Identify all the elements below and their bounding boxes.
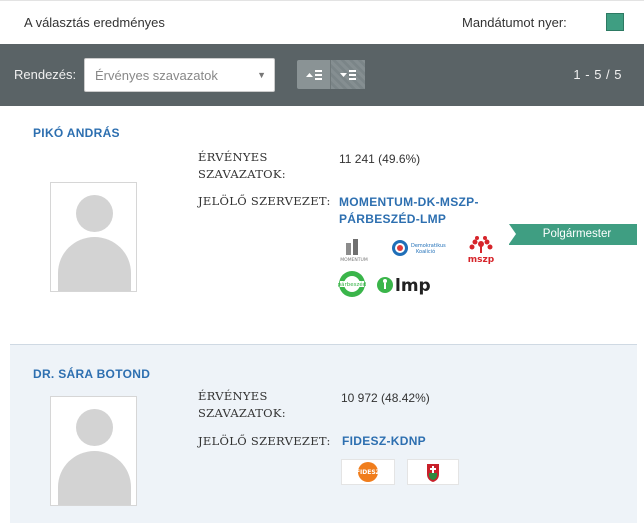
candidate-name-link[interactable]: DR. SÁRA BOTOND [33,367,150,381]
nominating-org-label: JELÖLŐ SZERVEZET: [198,434,331,448]
results-header: A választás eredményes Mandátumot nyer: [0,0,644,44]
valid-votes-value: 10 972 (48.42%) [341,391,430,405]
lmp-logo: lmp [376,272,430,298]
results-status-title: A választás eredményes [24,15,165,30]
sort-ascending-button[interactable] [297,60,331,89]
svg-text:Koalíció: Koalíció [416,248,435,255]
sort-label: Rendezés: [14,67,77,82]
kdnp-logo [407,459,459,485]
mandate-legend-swatch [606,13,624,31]
candidate-card: PIKÓ ANDRÁS ÉRVÉNYES SZAVAZATOK: 11 241 … [10,106,637,344]
sort-toolbar: Rendezés: Érvényes szavazatok ▼ 1 - 5 / … [0,44,644,106]
pagination-count: 1 - 5 / 5 [573,67,622,82]
mayor-badge: Polgármester [509,224,637,245]
valid-votes-label: ÉRVÉNYES SZAVAZATOK: [198,389,286,420]
svg-text:mszp: mszp [468,255,495,264]
chevron-down-icon: ▼ [257,70,266,80]
dk-logo: Demokratikus Koalíció [390,237,446,259]
mszp-logo: mszp [464,234,498,264]
svg-text:lmp: lmp [395,276,430,296]
sort-descending-icon [340,69,356,80]
fidesz-logo: FIDESZ [341,459,395,485]
valid-votes-label: ÉRVÉNYES SZAVAZATOK: [198,150,286,181]
sort-select-value: Érvényes szavazatok [95,68,218,83]
mayor-badge-label: Polgármester [542,228,612,240]
svg-text:párbeszéd: párbeszéd [338,281,367,288]
candidate-name-link[interactable]: PIKÓ ANDRÁS [33,126,120,140]
mandate-legend-label: Mandátumot nyer: [462,15,567,30]
svg-text:FIDESZ: FIDESZ [356,469,381,476]
nominating-org-link[interactable]: MOMENTUM-DK-MSZP-PÁRBESZÉD-LMP [339,194,489,228]
momentum-logo: MOMENTUM [337,234,371,262]
avatar-placeholder [50,396,137,506]
sort-direction-group [297,60,366,89]
valid-votes-value: 11 241 (49.6%) [339,152,421,166]
sort-ascending-icon [305,69,322,80]
avatar-placeholder [50,182,137,292]
sort-descending-button[interactable] [331,60,365,89]
candidate-card: DR. SÁRA BOTOND ÉRVÉNYES SZAVAZATOK: 10 … [10,344,637,523]
nominating-org-link[interactable]: FIDESZ-KDNP [342,433,426,450]
sort-select[interactable]: Érvényes szavazatok ▼ [84,58,275,92]
nominating-org-label: JELÖLŐ SZERVEZET: [198,194,331,208]
parbeszed-logo: párbeszéd [337,269,367,299]
svg-text:MOMENTUM: MOMENTUM [340,257,368,262]
